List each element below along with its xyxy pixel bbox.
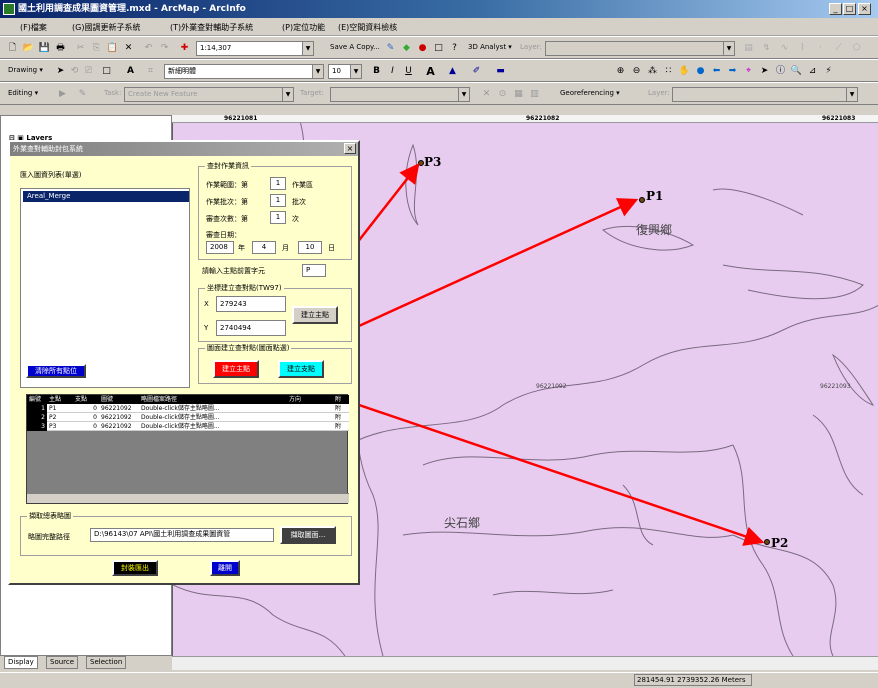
- overview-path-label: 略圖完整路徑: [28, 533, 70, 541]
- grid-horizontal-scrollbar[interactable]: [27, 493, 349, 503]
- grid-header-cell: 方向: [289, 396, 302, 403]
- table-cell: [287, 422, 333, 431]
- table-row[interactable]: 1 P1 0 96221092 Double-click儲存主點略圖... 附: [27, 404, 349, 413]
- exit-button[interactable]: 離開: [210, 560, 240, 576]
- table-cell: Double-click儲存主點略圖...: [141, 414, 220, 421]
- table-cell: [287, 404, 333, 413]
- batch-input[interactable]: 1: [270, 194, 286, 207]
- table-cell: 96221092: [101, 423, 132, 430]
- table-cell: 0: [93, 414, 97, 421]
- table-row[interactable]: 2 P2 0 96221092 Double-click儲存主點略圖... 附: [27, 413, 349, 422]
- table-cell: 附: [335, 405, 342, 412]
- overview-group-title: 擷取總表略圖: [27, 511, 73, 521]
- clear-all-points-button[interactable]: 清除所有點位: [26, 364, 86, 378]
- month-input[interactable]: 4: [252, 241, 276, 254]
- table-cell: 附: [335, 423, 342, 430]
- overview-path-input[interactable]: D:\96143\07 API\國土利用調查成果圖資管: [90, 528, 274, 542]
- points-grid[interactable]: 編號 主點 支點 圖號 略圖檔案路徑 方向 附 1 P1 0 96221092 Doub…: [26, 394, 349, 504]
- build-sub-point-map-button[interactable]: 建立支點: [278, 360, 324, 378]
- table-cell: 96221092: [101, 414, 132, 421]
- table-cell: 1: [27, 404, 47, 413]
- info-group-title: 查封作業資訊: [205, 161, 251, 171]
- year-unit: 年: [238, 244, 245, 252]
- date-label: 審查日期：: [206, 231, 241, 239]
- capture-map-button[interactable]: 擷取圖面...: [280, 526, 336, 544]
- dialog-close-button[interactable]: ×: [344, 143, 356, 154]
- grid-header-cell: 支點: [75, 396, 88, 403]
- prefix-label: 請輸入主點前置字元: [202, 267, 265, 275]
- area-unit: 作業區: [292, 181, 313, 189]
- batch-label: 作業批次：第: [206, 198, 248, 206]
- area-label: 作業範圍：第: [206, 181, 248, 189]
- day-unit: 日: [328, 244, 335, 252]
- grid-header-cell: 圖號: [101, 396, 114, 403]
- field-check-dialog: 外業查對輔助封包系統 × 匯入圖資列表(單選) Areal_Merge 查封作業…: [8, 140, 360, 585]
- table-cell: [287, 413, 333, 422]
- area-input[interactable]: 1: [270, 177, 286, 190]
- map-pick-group-title: 圖面建立查對點(圖面點選): [205, 343, 292, 353]
- x-coordinate-input[interactable]: 279243: [216, 296, 286, 312]
- times-input[interactable]: 1: [270, 211, 286, 224]
- table-cell: 0: [93, 405, 97, 412]
- dialog-title: 外業查對輔助封包系統: [13, 145, 83, 153]
- prefix-input[interactable]: P: [302, 264, 326, 277]
- table-cell: 附: [335, 414, 342, 421]
- grid-header-cell: 編號: [29, 396, 42, 403]
- times-label: 審查次數：第: [206, 215, 248, 223]
- layer-listbox[interactable]: Areal_Merge: [20, 188, 190, 388]
- table-cell: Double-click儲存主點略圖...: [141, 405, 220, 412]
- table-cell: P2: [49, 414, 57, 421]
- table-cell: 0: [93, 423, 97, 430]
- year-input[interactable]: 2008: [206, 241, 234, 254]
- grid-header-cell: 附: [335, 396, 342, 403]
- month-unit: 月: [282, 244, 289, 252]
- layer-list-label: 匯入圖資列表(單選): [20, 171, 82, 179]
- grid-header-cell: 略圖檔案路徑: [141, 396, 178, 403]
- dialog-title-bar: 外業查對輔助封包系統: [10, 142, 358, 156]
- build-main-point-map-button[interactable]: 建立主點: [213, 360, 259, 378]
- grid-header-row: 編號 主點 支點 圖號 略圖檔案路徑 方向 附: [27, 395, 349, 404]
- table-cell: P1: [49, 405, 57, 412]
- x-label: X: [204, 300, 209, 308]
- export-package-button[interactable]: 封裝匯出: [112, 560, 158, 576]
- day-input[interactable]: 10: [298, 241, 322, 254]
- table-cell: 3: [27, 422, 47, 431]
- y-label: Y: [204, 324, 209, 332]
- table-cell: 2: [27, 413, 47, 422]
- table-cell: Double-click儲存主點略圖...: [141, 423, 220, 430]
- build-main-point-coord-button[interactable]: 建立主點: [292, 306, 338, 324]
- table-cell: 96221092: [101, 405, 132, 412]
- times-unit: 次: [292, 215, 299, 223]
- batch-unit: 批次: [292, 198, 306, 206]
- table-row[interactable]: 3 P3 0 96221092 Double-click儲存主點略圖... 附: [27, 422, 349, 431]
- table-cell: P3: [49, 423, 57, 430]
- layer-list-item-areal-merge[interactable]: Areal_Merge: [23, 191, 189, 202]
- y-coordinate-input[interactable]: 2740494: [216, 320, 286, 336]
- coord-group-title: 坐標建立查對點(TW97): [205, 283, 284, 293]
- grid-header-cell: 主點: [49, 396, 62, 403]
